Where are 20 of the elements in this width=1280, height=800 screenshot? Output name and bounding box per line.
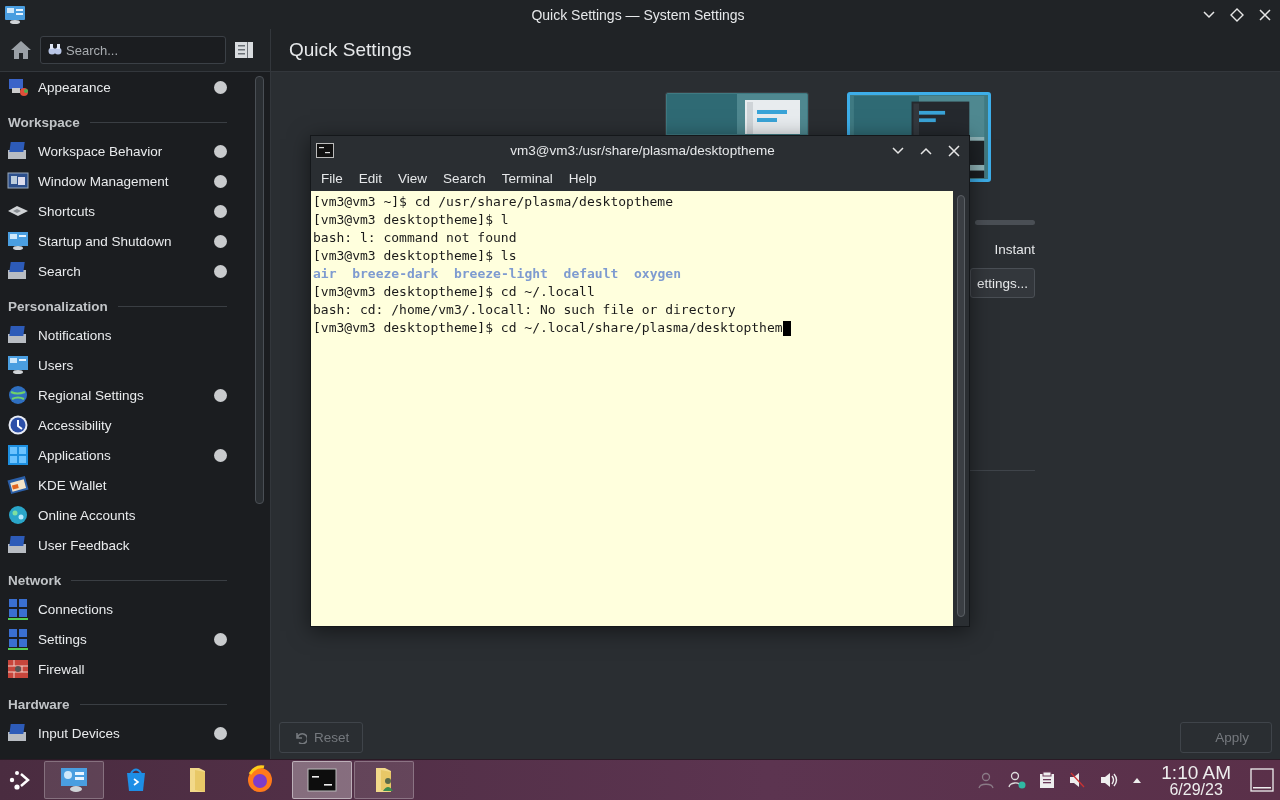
directory-name: air — [313, 265, 337, 283]
section-header: Hardware — [8, 696, 70, 712]
terminal-line: [vm3@vm3 desktoptheme]$ cd ~/.local/share/plasma/desktopthem — [313, 319, 783, 337]
terminal-line: [vm3@vm3 desktoptheme]$ l — [313, 211, 509, 229]
directory-name: breeze-dark — [352, 265, 439, 283]
section-header: Personalization — [8, 298, 108, 314]
terminal-line: [vm3@vm3 desktoptheme]$ ls — [313, 247, 517, 265]
directory-name: oxygen — [634, 265, 681, 283]
terminal-line: [vm3@vm3 ~]$ cd /usr/share/plasma/desktoptheme — [313, 193, 674, 211]
terminal-line: bash: cd: /home/vm3/.locall: No such file or directory — [313, 301, 736, 319]
terminal-line: [vm3@vm3 desktoptheme]$ cd ~/.locall — [313, 283, 595, 301]
window-title: vm3@vm3:/usr/share/plasma/desktoptheme — [509, 143, 776, 158]
directory-name: breeze-light — [453, 265, 548, 283]
slider-label: Instant — [994, 242, 1035, 257]
directory-name: default — [563, 265, 619, 283]
section-header: Network — [8, 572, 62, 588]
window-title: Quick Settings — System Settings — [530, 6, 746, 23]
section-header: Workspace — [8, 114, 80, 130]
terminal-line: bash: l: command not found — [313, 229, 517, 247]
page-title: Quick Settings — [289, 39, 412, 61]
